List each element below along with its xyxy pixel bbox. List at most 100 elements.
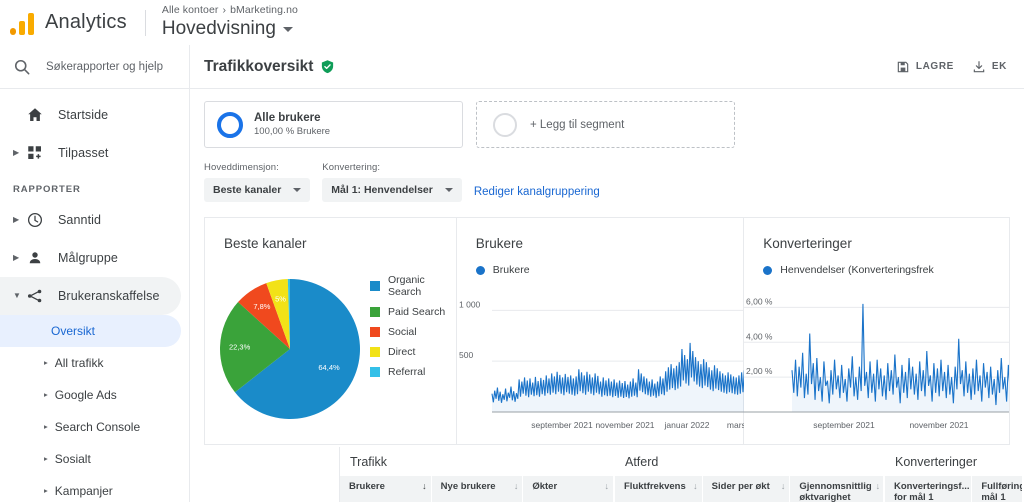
pie-legend-item[interactable]: Paid Search [370,306,456,318]
legend-swatch-icon [763,265,773,275]
pie-legend-item[interactable]: Organic Search [370,274,456,298]
sidebar-subitem-kampanjer[interactable]: ▸ Kampanjer [0,475,189,502]
expand-arrow-icon[interactable]: ▸ [44,359,48,367]
clock-icon [27,212,43,228]
legend-label: Direct [388,346,416,358]
google-analytics-logo-icon [10,11,36,35]
sidebar-subitem-label: Oversikt [51,324,96,338]
primary-dimension-select[interactable]: Beste kanaler [204,178,311,202]
expand-arrow-icon[interactable]: ▶ [13,216,22,224]
x-axis-tick-label: januar 2022 [663,420,709,430]
expand-arrow-icon: ▶ [13,111,22,119]
chart-title: Brukere [475,236,524,251]
primary-dimension-caption: Hoveddimensjon: [204,162,279,173]
sort-arrow-icon[interactable]: ↓ [693,481,698,492]
analytics-app: Analytics Alle kontoer › bMarketing.no Hov… [0,0,1024,502]
pie-legend-item[interactable]: Referral [370,366,456,378]
chevron-down-icon[interactable] [444,188,453,192]
home-icon [28,108,42,121]
sort-arrow-icon[interactable]: ↓ [514,481,519,492]
export-button-label: EK [991,61,1007,72]
legend-label: Referral [388,366,426,378]
sidebar-item-sanntid[interactable]: ▶ Sanntid [0,201,189,239]
export-icon [973,60,985,72]
collapse-arrow-icon[interactable]: ▼ [13,292,22,300]
pie-slice-label: 7,8% [253,302,270,311]
table-group-title: Atferd [625,455,659,469]
segment-all-users[interactable]: Alle brukere 100,00 % Brukere [204,101,463,148]
table-column-brukere[interactable]: Brukere ↓ [340,476,432,502]
segment-bar: Alle brukere 100,00 % Brukere + Legg til… [204,101,1010,148]
sidebar-subitem-label: Google Ads [54,388,117,402]
x-axis-tick-label: november 2021 [910,420,969,430]
expand-arrow-icon[interactable]: ▸ [44,423,48,431]
pie-legend-item[interactable]: Social [370,326,456,338]
save-icon [897,61,909,72]
legend-swatch-icon [370,367,380,377]
expand-arrow-icon[interactable]: ▸ [44,391,48,399]
search-bar[interactable]: Søkerapporter og hjelp [0,45,189,89]
conversions-line-chart: 2,00 % 4,00 % 6,00 % september 2021 november… [744,282,1009,444]
table-column-fluktfrekvens[interactable]: Fluktfrekvens ↓ [615,476,703,502]
edit-channel-grouping-link[interactable]: Rediger kanalgruppering [474,186,600,202]
view-title-row[interactable]: Hovedvisning [162,17,298,41]
sidebar-item-tilpasset[interactable]: ▶ Tilpasset [0,134,189,172]
sidebar-subitem-search-console[interactable]: ▸ Search Console [0,411,189,443]
legend-label: Social [388,326,417,338]
pie-legend-item[interactable]: Direct [370,346,456,358]
table-header-row: Trafikk Brukere ↓ Nye brukere ↓ Økter ↓ [190,447,1024,502]
primary-dimension-group: Hoveddimensjon: Beste kanaler [204,162,311,202]
chart-title: Konverteringer [763,236,852,251]
table-group-columns: Konverteringsf... for mål 1 ↓ Fullføring… [885,476,1023,502]
column-label: Brukere [349,481,385,492]
segment-coverage: 100,00 % Brukere [254,126,331,137]
column-label: Sider per økt [711,481,770,492]
sort-arrow-icon[interactable]: ↓ [422,481,427,492]
conversion-select[interactable]: Mål 1: Henvendelser [322,178,462,202]
expand-arrow-icon[interactable]: ▶ [13,149,22,157]
chart-legend: Brukere [457,251,743,276]
add-segment-label: + Legg til segment [530,118,625,131]
save-button[interactable]: LAGRE [887,60,963,74]
y-axis-tick-label: 6,00 % [746,296,773,306]
column-label: Økter [532,481,558,492]
table-group-title: Konverteringer [895,455,977,469]
save-button-label: LAGRE [915,61,954,72]
breadcrumb-property: bMarketing.no [230,4,298,16]
sidebar-item-label: Sanntid [58,213,102,227]
sort-arrow-icon[interactable]: ↓ [876,481,881,492]
sidebar-subitem-oversikt[interactable]: Oversikt [0,315,181,347]
sort-arrow-icon[interactable]: ↓ [781,481,786,492]
table-column-sider-per-okt[interactable]: Sider per økt ↓ [702,476,791,502]
add-segment-button[interactable]: + Legg til segment [476,101,735,148]
sidebar-item-startside[interactable]: ▶ Startside [0,96,189,134]
table-column-nye-brukere[interactable]: Nye brukere ↓ [431,476,524,502]
account-selector[interactable]: Alle kontoer › bMarketing.no Hovedvisning [162,4,298,41]
sidebar-subitem-google-ads[interactable]: ▸ Google Ads [0,379,189,411]
table-column-gjennomsnittlig-oktvarighet[interactable]: Gjennomsnittlig øktvarighet ↓ [790,476,884,502]
sidebar-subitem-sosialt[interactable]: ▸ Sosialt [0,443,189,475]
sidebar-item-brukeranskaffelse[interactable]: ▼ Brukeranskaffelse [0,277,181,315]
expand-arrow-icon[interactable]: ▶ [13,254,22,262]
export-button[interactable]: EK [963,60,1016,74]
table-column-fullforing-maal1[interactable]: Fullføring mål 1 [972,476,1023,502]
sidebar-item-label: Startside [58,108,109,122]
sidebar-subitem-label: All trafikk [54,356,104,370]
y-axis-tick-label: 2,00 % [746,366,773,376]
column-label: Nye brukere [440,481,496,492]
caret-down-icon[interactable] [282,26,293,32]
chevron-down-icon[interactable] [293,188,302,192]
brand-area[interactable]: Analytics [0,11,127,35]
series-area [491,342,762,412]
data-table: Trafikk Brukere ↓ Nye brukere ↓ Økter ↓ [190,447,1024,502]
table-column-okter[interactable]: Økter ↓ [523,476,615,502]
chart-title: Beste kanaler [224,236,307,251]
expand-arrow-icon[interactable]: ▸ [44,487,48,495]
pie-slice-label: 22,3% [229,342,251,351]
sidebar-subitem-all-trafikk[interactable]: ▸ All trafikk [0,347,189,379]
search-input[interactable]: Søkerapporter og hjelp [46,61,163,73]
table-column-konverteringsfrekvens-maal1[interactable]: Konverteringsf... for mål 1 ↓ [885,476,973,502]
sidebar-item-maalgruppe[interactable]: ▶ Målgruppe [0,239,189,277]
sort-arrow-icon[interactable]: ↓ [605,481,610,492]
expand-arrow-icon[interactable]: ▸ [44,455,48,463]
